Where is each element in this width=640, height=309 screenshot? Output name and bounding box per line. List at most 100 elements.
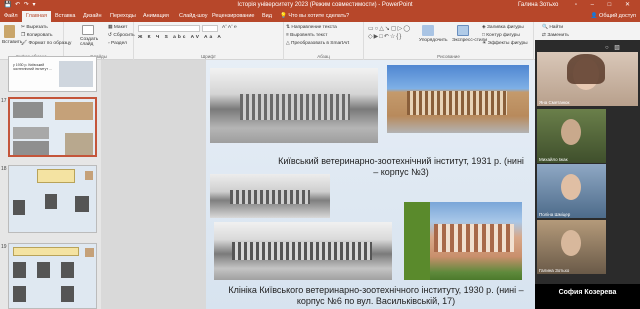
building-photo-1931[interactable] [210,68,378,143]
reset-label: Сбросить [113,33,135,38]
shapes-gallery[interactable]: ▭○△↘▢▷◯ [368,25,411,32]
title-bar: 💾 ↶ ↷ ▾ Історія університету 2023 (Режим… [0,0,640,11]
participant-face [561,230,581,256]
clinic-photo-top[interactable] [210,174,330,218]
signed-in-user[interactable]: Галина Зотьхо [518,0,558,11]
tab-animations[interactable]: Анимация [143,11,169,22]
smartart-button[interactable]: △ Преобразовать в SmartArt [286,41,349,46]
thumbnail-portrait [61,262,74,278]
paste-icon[interactable] [4,25,15,38]
paragraph-group-label: Абзац [317,54,330,59]
slide-thumbnail-pane[interactable]: у 1930 р. Київський зоотехнічний інститу… [0,56,101,309]
slide-thumbnail-selected[interactable] [8,97,97,157]
participant-name: Михайло Іжак [539,157,568,162]
tab-slideshow[interactable]: Слайд-шоу [179,11,208,22]
tell-me-box[interactable]: 💡 Что вы хотите сделать? [280,11,349,22]
new-slide-icon[interactable] [82,25,94,35]
shape-effects-button[interactable]: ☀ Эффекты фигуры [482,41,528,46]
clinic-photo-modern[interactable] [404,202,522,280]
participant-name: Яна Сметанюк [539,100,570,105]
shapes-gallery-row2[interactable]: ◇▶□↶☆{} [368,33,402,40]
ribbon-tabs: Файл Главная Вставка Дизайн Переходы Ани… [0,11,640,22]
tab-review[interactable]: Рецензирование [212,11,254,22]
participant-tile[interactable]: Галина Зотьхо [537,220,606,274]
find-button[interactable]: 🔍 Найти [542,25,563,30]
replace-label: Заменить [547,33,569,38]
window-title: Історія університету 2023 (Режим совмест… [237,2,413,8]
font-grow-shrink[interactable]: Aˆ Aˇ ℮ [222,25,237,30]
text-direction-label: Направление текста [291,25,337,30]
thumbnail-textbox [37,169,75,183]
slide-caption-2[interactable]: Клініка Київського ветеринарно-зоотехніч… [226,285,526,307]
thumbnail-image [55,102,93,120]
building-photo-modern[interactable] [387,65,529,133]
building-facade [230,190,310,204]
thumbnail-image [85,171,93,180]
quick-styles-icon[interactable] [457,25,469,36]
section-button[interactable]: ▫ Раздел [108,41,127,46]
participant-name: Поліна Шміцер [539,212,571,217]
tab-file[interactable]: Файл [4,11,18,22]
copy-button[interactable]: ❐ Копировать [21,33,52,38]
slide-editing-area[interactable]: Київський ветеринарно-зоотехнічний інсти… [101,60,538,309]
font-style-buttons[interactable]: Ж К Ч S abc AV Aa A [138,35,223,40]
font-group-label: Шрифт [201,54,216,59]
tab-transitions[interactable]: Переходы [110,11,136,22]
participant-tile[interactable]: Поліна Шміцер [537,164,606,218]
tab-view[interactable]: Вид [262,11,272,22]
thumbnail-portrait [45,194,57,209]
slide-thumbnail[interactable]: у 1930 р. Київський зоотехнічний інститу… [8,56,97,92]
slide-thumbnail[interactable] [8,165,97,233]
shape-outline-label: Контур фигуры [486,33,520,38]
participant-tile[interactable]: Яна Сметанюк [537,52,638,106]
shape-fill-button[interactable]: ◈ Заливка фигуры [482,25,524,30]
building-facade [232,242,372,260]
slide-thumbnail[interactable] [8,243,97,309]
thumbnail-portrait [13,286,26,302]
building-facade [407,91,507,115]
participant-face [561,119,581,145]
thumbnail-portrait [61,286,74,302]
text-direction-button[interactable]: ⇅ Направление текста [286,25,337,30]
layout-button[interactable]: ▦ Макет [108,25,127,30]
tab-insert[interactable]: Вставка [55,11,75,22]
replace-button[interactable]: ⇄ Заменить [542,33,569,38]
shape-fill-label: Заливка фигуры [487,25,524,30]
font-name-box[interactable] [138,25,200,32]
share-button[interactable]: 👤 Общий доступ [591,11,636,22]
align-text-button[interactable]: ≡ Выровнять текст [286,33,328,38]
slide-number: 17 [1,98,7,104]
arrange-button[interactable]: Упорядочить [419,38,448,43]
thumbnail-image [13,141,49,155]
participant-name: Галина Зотьхо [539,268,570,273]
arrange-icon[interactable] [422,25,434,36]
video-call-panel: ○ ▧ Яна Сметанюк Михайло Іжак Поліна Шмі… [535,40,640,309]
paragraph-group: ⇅ Направление текста ≡ Выровнять текст △… [284,22,364,60]
font-size-box[interactable] [202,25,218,32]
thumbnail-image [13,127,49,139]
window-controls[interactable]: ▫ – □ ✕ [575,0,636,11]
copy-label: Копировать [26,33,53,38]
layout-label: Макет [113,25,128,30]
clinic-photo-1930[interactable] [214,222,392,280]
paste-button[interactable]: Вставить [2,40,22,45]
new-slide-button[interactable]: Создать слайд [80,37,102,47]
building-facade [434,224,514,252]
thumbnail-textbox [13,247,79,256]
tab-home[interactable]: Главная [22,11,51,22]
shape-effects-label: Эффекты фигуры [487,41,528,46]
shape-outline-button[interactable]: □ Контур фигуры [482,33,520,38]
participant-face [561,174,581,200]
cut-button[interactable]: ✂ Вырезать [21,25,48,30]
participant-hair [567,54,605,84]
view-toggle-icons[interactable]: ○ ▧ [605,44,622,51]
thumbnail-image [65,133,93,155]
current-slide[interactable]: Київський ветеринарно-зоотехнічний інсти… [206,60,538,309]
tab-design[interactable]: Дизайн [83,11,102,22]
thumbnail-portrait [13,262,26,278]
reset-button[interactable]: ↺ Сбросить [108,33,135,38]
font-group: Aˆ Aˇ ℮ Ж К Ч S abc AV Aa A Шрифт [134,22,284,60]
slide-number: 19 [1,244,7,250]
quick-access-toolbar[interactable]: 💾 ↶ ↷ ▾ [4,0,37,11]
participant-tile[interactable]: Михайло Іжак [537,109,606,163]
